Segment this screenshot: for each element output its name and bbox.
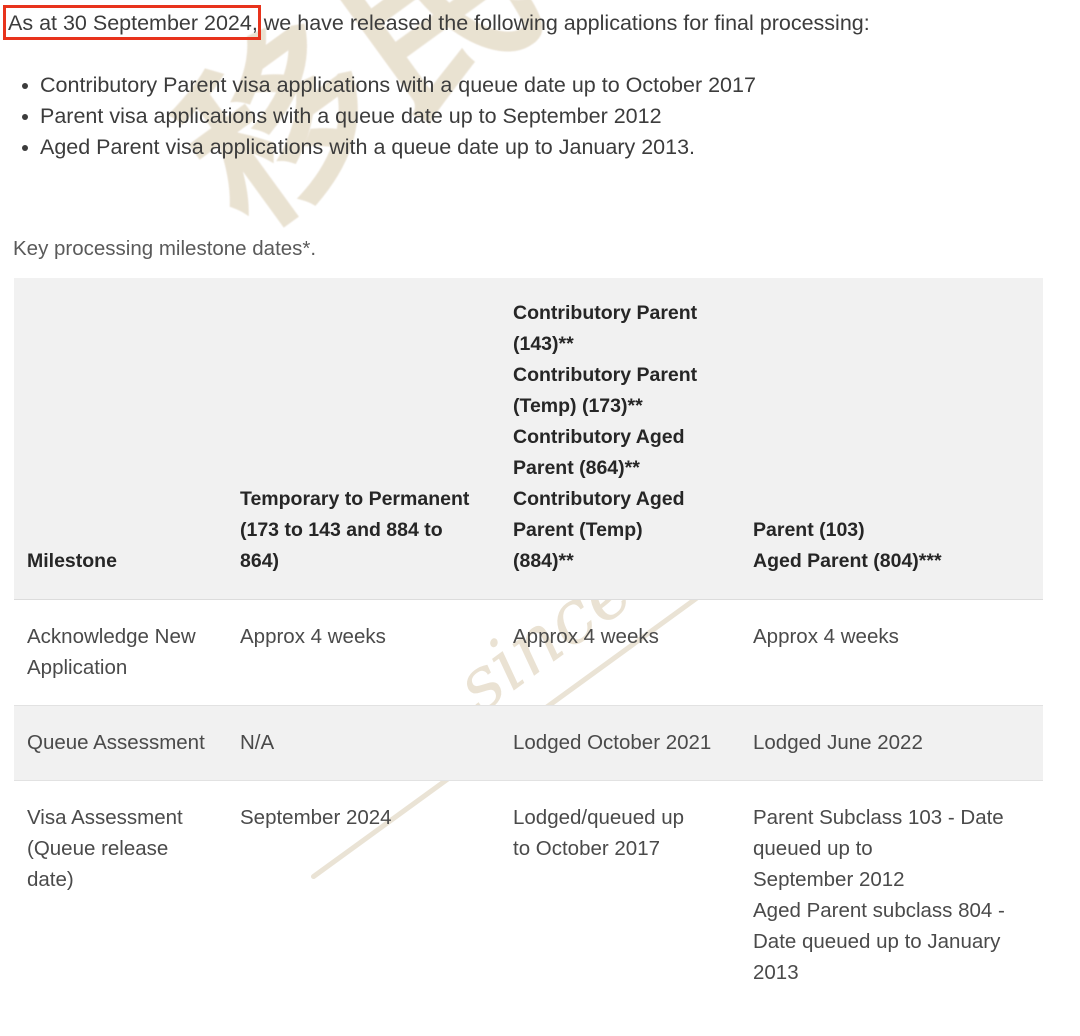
cell-line: Lodged/queued up	[513, 806, 685, 829]
cell-milestone: Queue Assessment	[14, 706, 227, 781]
cell-temp-to-perm: N/A	[227, 706, 500, 781]
cell-line: Acknowledge New	[27, 625, 196, 648]
list-item: Contributory Parent visa applications wi…	[22, 70, 756, 101]
cell-line: Queue Assessment	[27, 731, 205, 754]
cell-line: Visa Assessment	[27, 806, 183, 829]
cell-line: Lodged June 2022	[753, 731, 923, 754]
cell-parent-aged-parent: Lodged June 2022	[740, 706, 1043, 781]
cell-milestone: Acknowledge New Application	[14, 600, 227, 706]
released-applications-list: Contributory Parent visa applications wi…	[10, 70, 756, 163]
cell-line: Date queued up to January	[753, 930, 1001, 953]
header-line: Contributory Parent	[513, 364, 698, 386]
table-header: Milestone Temporary to Permanent (173 to…	[14, 278, 1043, 600]
cell-line: Approx 4 weeks	[753, 625, 899, 648]
list-item: Aged Parent visa applications with a que…	[22, 132, 756, 163]
header-line: (Temp) (173)**	[513, 395, 643, 417]
cell-line: Parent Subclass 103 - Date	[753, 806, 1004, 829]
header-line: Milestone	[27, 550, 117, 572]
header-line: Parent (103)	[753, 519, 865, 541]
cell-line: 2013	[753, 961, 799, 984]
cell-line: (Queue release	[27, 837, 169, 860]
header-line: Contributory Aged	[513, 488, 685, 510]
header-line: Temporary to Permanent	[240, 488, 470, 510]
cell-line: to October 2017	[513, 837, 661, 860]
cell-line: N/A	[240, 731, 275, 754]
header-line: Contributory Parent	[513, 302, 698, 324]
cell-line: date)	[27, 868, 74, 891]
cell-parent-aged-parent: Approx 4 weeks	[740, 600, 1043, 706]
table-row: Queue Assessment N/A Lodged October 2021…	[14, 705, 1043, 781]
milestone-dates-table: Milestone Temporary to Permanent (173 to…	[14, 278, 1043, 1010]
table-body: Acknowledge New Application Approx 4 wee…	[14, 599, 1043, 1011]
table-row: Acknowledge New Application Approx 4 wee…	[14, 599, 1043, 706]
cell-parent-aged-parent: Parent Subclass 103 - Date queued up to …	[740, 781, 1043, 1011]
cell-milestone: Visa Assessment (Queue release date)	[14, 781, 227, 1011]
column-header-parent-aged-parent: Parent (103) Aged Parent (804)***	[740, 278, 1043, 600]
cell-line: Approx 4 weeks	[513, 625, 659, 648]
header-line: Parent (864)**	[513, 457, 640, 479]
header-line: (143)**	[513, 333, 574, 355]
cell-line: September 2024	[240, 806, 392, 829]
cell-line: queued up to	[753, 837, 873, 860]
column-header-contributory-parent: Contributory Parent (143)** Contributory…	[500, 278, 740, 600]
table-row: Visa Assessment (Queue release date) Sep…	[14, 781, 1043, 1011]
cell-contributory-parent: Lodged October 2021	[500, 706, 740, 781]
cell-temp-to-perm: Approx 4 weeks	[227, 600, 500, 706]
table-header-row: Milestone Temporary to Permanent (173 to…	[14, 278, 1043, 600]
column-header-milestone: Milestone	[14, 278, 227, 600]
column-header-temporary-to-permanent: Temporary to Permanent (173 to 143 and 8…	[227, 278, 500, 600]
cell-line: Aged Parent subclass 804 -	[753, 899, 1005, 922]
cell-line: Approx 4 weeks	[240, 625, 386, 648]
cell-temp-to-perm: September 2024	[227, 781, 500, 1011]
list-item: Parent visa applications with a queue da…	[22, 101, 756, 132]
cell-contributory-parent: Approx 4 weeks	[500, 600, 740, 706]
cell-line: Application	[27, 656, 128, 679]
header-line: Contributory Aged	[513, 426, 685, 448]
cell-line: Lodged October 2021	[513, 731, 712, 754]
header-line: 864)	[240, 550, 280, 572]
header-line: (884)**	[513, 550, 574, 572]
cell-contributory-parent: Lodged/queued up to October 2017	[500, 781, 740, 1011]
highlight-annotation-box	[3, 5, 261, 40]
header-line: (173 to 143 and 884 to	[240, 519, 443, 541]
header-line: Parent (Temp)	[513, 519, 643, 541]
cell-line: September 2012	[753, 868, 905, 891]
table-caption: Key processing milestone dates*.	[13, 237, 317, 260]
header-line: Aged Parent (804)***	[753, 550, 942, 572]
